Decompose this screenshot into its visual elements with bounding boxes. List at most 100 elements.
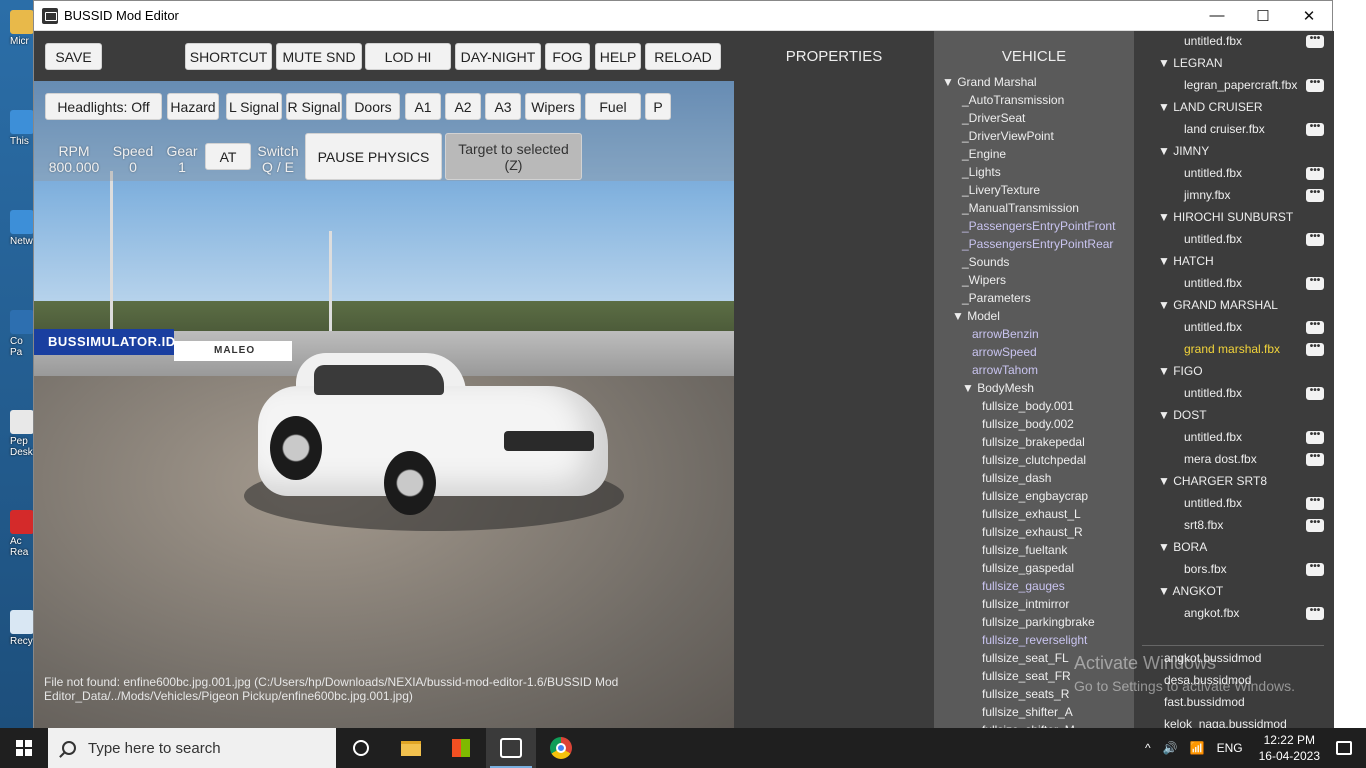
park-button[interactable]: P [645, 93, 671, 120]
tray-chevron-icon[interactable]: ^ [1145, 741, 1151, 755]
desktop-icon[interactable]: Recy [10, 610, 33, 647]
taskbar-search[interactable]: Type here to search [48, 728, 336, 768]
bussid-editor-taskbar-button[interactable] [486, 728, 536, 768]
mod-file[interactable]: untitled.fbx [1184, 320, 1242, 334]
right-signal-button[interactable]: R Signal [286, 93, 342, 120]
hazard-button[interactable]: Hazard [167, 93, 219, 120]
file-explorer-button[interactable] [386, 728, 436, 768]
vehicle-tree-node[interactable]: _Parameters [962, 291, 1031, 305]
desktop-icon[interactable]: This [10, 110, 33, 147]
vehicle-tree-node[interactable]: fullsize_reverselight [982, 633, 1087, 647]
mod-file[interactable]: untitled.fbx [1184, 430, 1242, 444]
mod-file[interactable]: jimny.fbx [1184, 188, 1230, 202]
vehicle-tree-node[interactable]: _PassengersEntryPointFront [962, 219, 1115, 233]
mod-file[interactable]: grand marshal.fbx [1184, 342, 1280, 356]
doors-button[interactable]: Doors [346, 93, 400, 120]
mod-group[interactable]: ▼ ANGKOT [1158, 584, 1223, 598]
vehicle-tree-node[interactable]: _Sounds [962, 255, 1009, 269]
a2-button[interactable]: A2 [445, 93, 481, 120]
more-options-button[interactable]: ••• [1306, 188, 1324, 202]
task-view-button[interactable] [336, 728, 386, 768]
headlights-button[interactable]: Headlights: Off [45, 93, 162, 120]
wipers-button[interactable]: Wipers [525, 93, 581, 120]
lod-button[interactable]: LOD HI [365, 43, 451, 70]
vehicle-tree-node[interactable]: _DriverSeat [962, 111, 1025, 125]
fog-button[interactable]: FOG [545, 43, 590, 70]
vehicle-tree-node[interactable]: fullsize_fueltank [982, 543, 1067, 557]
mod-group[interactable]: ▼ JIMNY [1158, 144, 1209, 158]
vehicle-tree-node[interactable]: fullsize_shifter_A [982, 705, 1073, 719]
vehicle-tree-node[interactable]: arrowSpeed [972, 345, 1037, 359]
more-options-button[interactable]: ••• [1306, 166, 1324, 180]
vehicle-tree-node[interactable]: fullsize_clutchpedal [982, 453, 1086, 467]
left-signal-button[interactable]: L Signal [226, 93, 282, 120]
mod-file[interactable]: untitled.fbx [1184, 276, 1242, 290]
a3-button[interactable]: A3 [485, 93, 521, 120]
title-bar[interactable]: BUSSID Mod Editor — ☐ ✕ [34, 1, 1332, 31]
mute-sound-button[interactable]: MUTE SND [276, 43, 362, 70]
vehicle-tree-node[interactable]: _PassengersEntryPointRear [962, 237, 1113, 251]
vehicle-tree-node[interactable]: _ManualTransmission [962, 201, 1079, 215]
volume-icon[interactable]: 🔊 [1163, 741, 1178, 755]
mod-file[interactable]: legran_papercraft.fbx [1184, 78, 1297, 92]
mod-group[interactable]: ▼ GRAND MARSHAL [1158, 298, 1278, 312]
vehicle-tree-node[interactable]: _Wipers [962, 273, 1006, 287]
vehicle-tree-node[interactable]: _Lights [962, 165, 1001, 179]
vehicle-tree-node[interactable]: fullsize_gauges [982, 579, 1065, 593]
close-button[interactable]: ✕ [1286, 1, 1332, 31]
vehicle-tree-node[interactable]: fullsize_engbaycrap [982, 489, 1088, 503]
mod-file[interactable]: angkot.fbx [1184, 606, 1239, 620]
vehicle-tree-node[interactable]: fullsize_seats_R [982, 687, 1069, 701]
store-button[interactable] [436, 728, 486, 768]
desktop-icon[interactable]: Pep Desk [10, 410, 33, 458]
vehicle-tree-node[interactable]: fullsize_gaspedal [982, 561, 1074, 575]
more-options-button[interactable]: ••• [1306, 276, 1324, 290]
chrome-button[interactable] [536, 728, 586, 768]
save-button[interactable]: SAVE [45, 43, 102, 70]
vehicle-tree-node[interactable]: ▼ Model [952, 309, 1000, 323]
vehicle-tree-node[interactable]: fullsize_exhaust_L [982, 507, 1081, 521]
vehicle-tree-node[interactable]: _DriverViewPoint [962, 129, 1054, 143]
minimize-button[interactable]: — [1194, 1, 1240, 31]
vehicle-tree-node[interactable]: fullsize_exhaust_R [982, 525, 1083, 539]
vehicle-tree-node[interactable]: fullsize_body.002 [982, 417, 1074, 431]
more-options-button[interactable]: ••• [1306, 562, 1324, 576]
a1-button[interactable]: A1 [405, 93, 441, 120]
mod-file[interactable]: srt8.fbx [1184, 518, 1223, 532]
fuel-button[interactable]: Fuel [585, 93, 641, 120]
day-night-button[interactable]: DAY-NIGHT [455, 43, 541, 70]
scene-viewport[interactable]: BUSSIMULATOR.ID MALEO SAVE SHORTCUT MUTE… [34, 31, 734, 729]
vehicle-tree-node[interactable]: arrowBenzin [972, 327, 1039, 341]
mod-file[interactable]: land cruiser.fbx [1184, 122, 1265, 136]
more-options-button[interactable]: ••• [1306, 496, 1324, 510]
mod-file[interactable]: bors.fbx [1184, 562, 1227, 576]
vehicle-tree-node[interactable]: fullsize_seat_FL [982, 651, 1069, 665]
vehicle-tree-node[interactable]: fullsize_intmirror [982, 597, 1069, 611]
mod-file[interactable]: untitled.fbx [1184, 496, 1242, 510]
mod-file[interactable]: untitled.fbx [1184, 386, 1242, 400]
mod-file[interactable]: untitled.fbx [1184, 166, 1242, 180]
vehicle-tree-node[interactable]: fullsize_parkingbrake [982, 615, 1095, 629]
more-options-button[interactable]: ••• [1306, 342, 1324, 356]
vehicle-tree-node[interactable]: _LiveryTexture [962, 183, 1040, 197]
more-options-button[interactable]: ••• [1306, 122, 1324, 136]
vehicle-tree-node[interactable]: _AutoTransmission [962, 93, 1064, 107]
maximize-button[interactable]: ☐ [1240, 1, 1286, 31]
more-options-button[interactable]: ••• [1306, 232, 1324, 246]
more-options-button[interactable]: ••• [1306, 34, 1324, 48]
mod-group[interactable]: ▼ HIROCHI SUNBURST [1158, 210, 1293, 224]
shortcut-button[interactable]: SHORTCUT [185, 43, 272, 70]
help-button[interactable]: HELP [595, 43, 641, 70]
vehicle-tree-node[interactable]: ▼ Grand Marshal [942, 75, 1037, 89]
more-options-button[interactable]: ••• [1306, 606, 1324, 620]
mod-group[interactable]: ▼ FIGO [1158, 364, 1203, 378]
more-options-button[interactable]: ••• [1306, 320, 1324, 334]
language-indicator[interactable]: ENG [1217, 741, 1243, 755]
vehicle-tree-node[interactable]: arrowTahom [972, 363, 1038, 377]
vehicle-tree-node[interactable]: fullsize_body.001 [982, 399, 1074, 413]
mod-group[interactable]: ▼ LEGRAN [1158, 56, 1223, 70]
pause-physics-button[interactable]: PAUSE PHYSICS [305, 133, 442, 180]
mod-group[interactable]: ▼ HATCH [1158, 254, 1214, 268]
vehicle-tree-node[interactable]: _Engine [962, 147, 1006, 161]
mod-group[interactable]: ▼ CHARGER SRT8 [1158, 474, 1267, 488]
